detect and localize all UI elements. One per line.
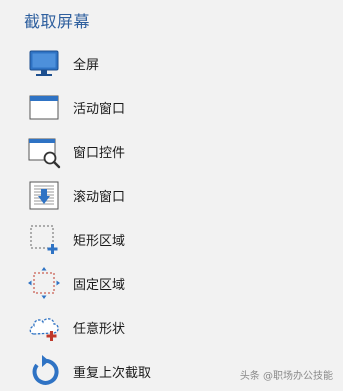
fixed-region-icon [26,265,62,301]
menu-item-label: 窗口控件 [73,146,126,161]
menu-item-window-control[interactable]: 窗口控件 [0,131,343,171]
menu-item-label: 矩形区域 [73,234,126,249]
menu-item-label: 固定区域 [73,278,126,293]
watermark: 头条 @职场办公技能 [239,371,333,382]
menu-item-label: 全屏 [73,58,100,73]
menu-item-freeform[interactable]: 任意形状 [0,307,343,347]
rectangle-region-icon [26,221,62,257]
window-magnifier-icon [26,133,62,169]
panel-title: 截取屏幕 [24,12,91,31]
monitor-icon [26,45,62,81]
repeat-capture-icon [26,353,62,389]
menu-item-active-window[interactable]: 活动窗口 [0,87,343,127]
menu-item-label: 活动窗口 [73,102,126,117]
menu-item-rectangle-region[interactable]: 矩形区域 [0,219,343,259]
menu-item-label: 重复上次截取 [73,366,152,381]
scroll-window-icon [26,177,62,213]
menu-item-label: 滚动窗口 [73,190,126,205]
freeform-cloud-icon [26,309,62,345]
window-icon [26,89,62,125]
menu-item-fullscreen[interactable]: 全屏 [0,43,343,83]
capture-panel: 截取屏幕 全屏 活动窗口 窗口控件 滚动窗口 矩形区域 固定区域 任意形状 重复… [0,0,343,390]
menu-item-scroll-window[interactable]: 滚动窗口 [0,175,343,215]
menu-item-fixed-region[interactable]: 固定区域 [0,263,343,303]
menu-item-label: 任意形状 [73,322,126,337]
